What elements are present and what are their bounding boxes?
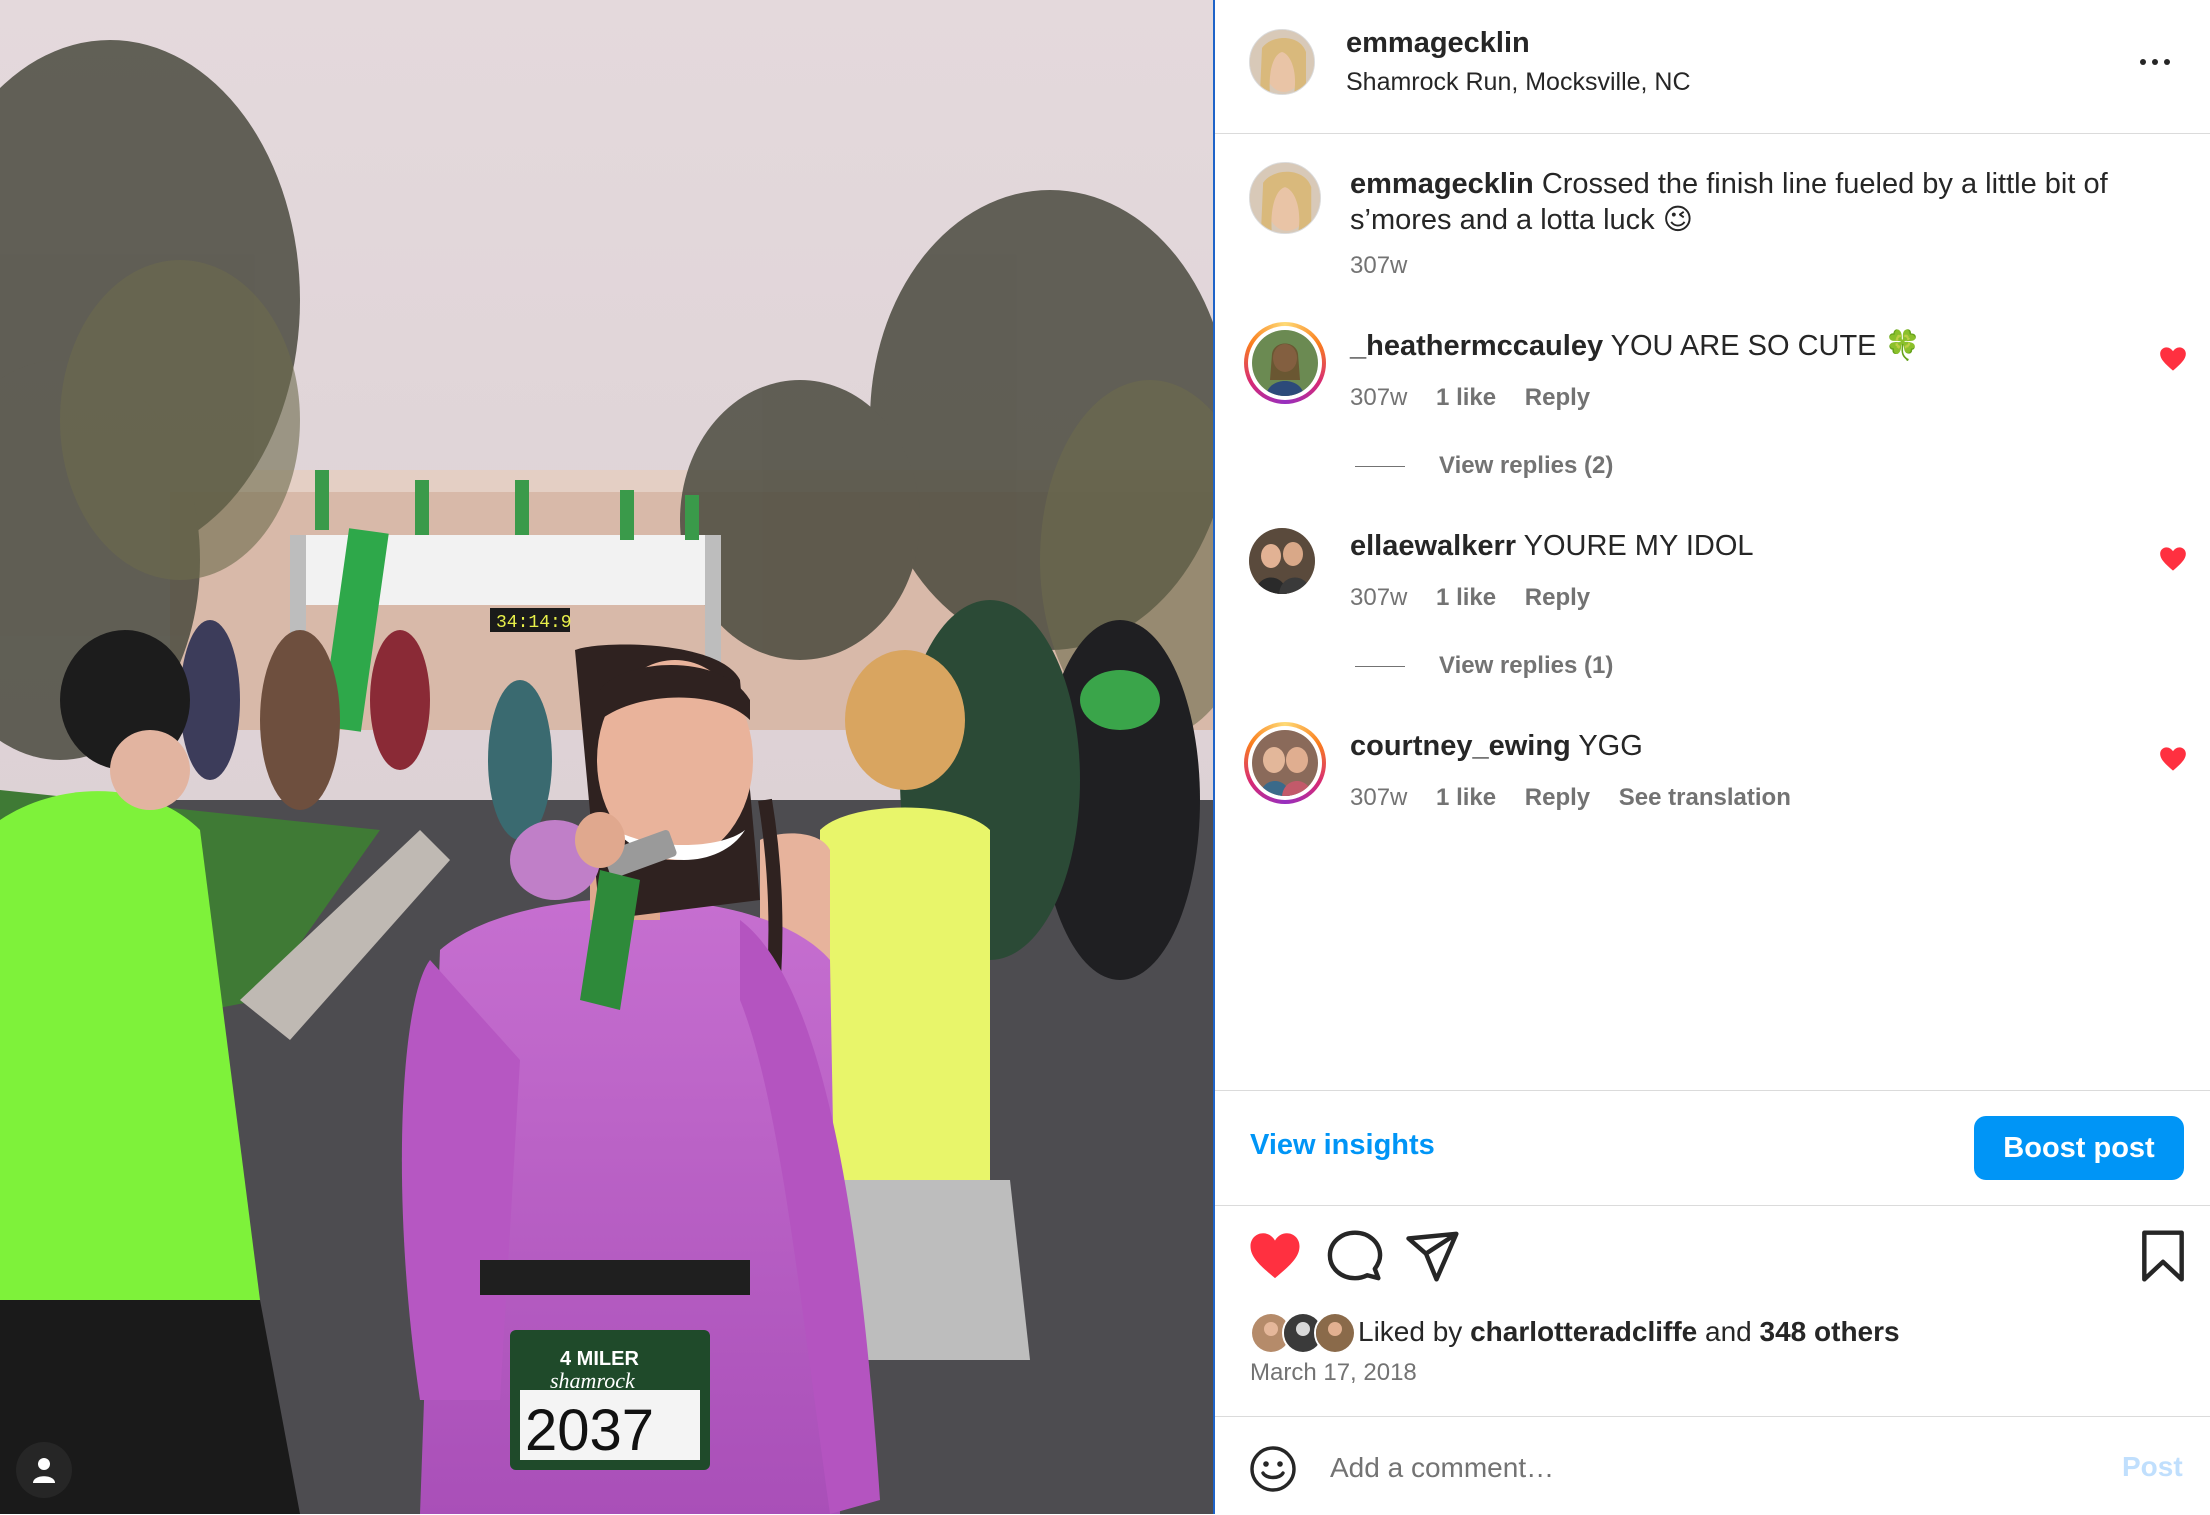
liked-by-others[interactable]: 348 others bbox=[1760, 1316, 1900, 1348]
caption-meta: 307w bbox=[1350, 252, 1429, 280]
comment-time[interactable]: 307w bbox=[1350, 784, 1407, 811]
add-comment-bar: Post bbox=[1215, 1416, 2210, 1515]
comment-like-heart-icon[interactable] bbox=[2159, 546, 2187, 572]
liked-by-prefix: Liked by bbox=[1358, 1316, 1463, 1347]
comment-likes[interactable]: 1 like bbox=[1436, 384, 1496, 411]
comment-meta: 307w 1 like Reply bbox=[1350, 384, 1612, 412]
boost-post-button[interactable]: Boost post bbox=[1974, 1116, 2184, 1180]
finish-clock: 34:14:9 bbox=[496, 613, 572, 633]
comment-like-heart-icon[interactable] bbox=[2159, 746, 2187, 772]
comment-icon[interactable] bbox=[1327, 1228, 1383, 1284]
bookmark-icon[interactable] bbox=[2135, 1228, 2191, 1284]
liked-by-user[interactable]: charlotteradcliffe bbox=[1470, 1316, 1697, 1348]
bib-number: 2037 bbox=[525, 1398, 654, 1463]
user-tag-icon[interactable] bbox=[16, 1442, 72, 1498]
comment-body: YOU ARE SO CUTE 🍀 bbox=[1610, 330, 1921, 362]
post-photo[interactable]: 34:14:9 4 MILER shamrock 2037 bbox=[0, 0, 1213, 1514]
author-avatar[interactable] bbox=[1249, 29, 1315, 95]
emoji-icon[interactable] bbox=[1249, 1445, 1297, 1493]
post-comment-button[interactable]: Post bbox=[2122, 1451, 2183, 1483]
send-icon[interactable] bbox=[1405, 1228, 1461, 1284]
comment-text: ellaewalkerr YOURE MY IDOL bbox=[1350, 528, 2110, 564]
bib-event: 4 MILER bbox=[560, 1348, 639, 1370]
post-location[interactable]: Shamrock Run, Mocksville, NC bbox=[1346, 68, 1691, 97]
comment-time[interactable]: 307w bbox=[1350, 384, 1407, 411]
liked-by-and: and bbox=[1705, 1316, 1752, 1347]
liked-by-summary: Liked by charlotteradcliffe and 348 othe… bbox=[1250, 1312, 1900, 1354]
view-replies-button[interactable]: View replies (1) bbox=[1355, 652, 1613, 680]
replies-line bbox=[1355, 466, 1405, 468]
comment-text: courtney_ewing YGG bbox=[1350, 728, 2110, 764]
comment-body: YOURE MY IDOL bbox=[1523, 530, 1754, 562]
view-insights-link[interactable]: View insights bbox=[1250, 1129, 1435, 1162]
commenter-avatar[interactable] bbox=[1244, 722, 1326, 804]
caption-username[interactable]: emmagecklin bbox=[1350, 168, 1534, 200]
comment-meta: 307w 1 like Reply bbox=[1350, 584, 1612, 612]
post-header: emmagecklin Shamrock Run, Mocksville, NC bbox=[1215, 0, 2210, 134]
add-comment-input[interactable] bbox=[1328, 1443, 2032, 1493]
caption-avatar[interactable] bbox=[1249, 162, 1321, 234]
bib-name: shamrock bbox=[550, 1368, 636, 1393]
comment-likes[interactable]: 1 like bbox=[1436, 784, 1496, 811]
comment-username[interactable]: ellaewalkerr bbox=[1350, 530, 1516, 562]
liker-avatar bbox=[1314, 1312, 1356, 1354]
post-date[interactable]: March 17, 2018 bbox=[1250, 1359, 1417, 1387]
comment-like-heart-icon[interactable] bbox=[2159, 346, 2187, 372]
replies-line bbox=[1355, 666, 1405, 668]
comment-text: _heathermccauley YOU ARE SO CUTE 🍀 bbox=[1350, 328, 2110, 364]
photo-scene: 34:14:9 4 MILER shamrock 2037 bbox=[0, 0, 1213, 1514]
comment-username[interactable]: courtney_ewing bbox=[1350, 730, 1571, 762]
post-details-panel: emmagecklin Shamrock Run, Mocksville, NC… bbox=[1215, 0, 2210, 1514]
insights-bar: View insights Boost post bbox=[1215, 1090, 2210, 1206]
comment-likes[interactable]: 1 like bbox=[1436, 584, 1496, 611]
comment-reply-button[interactable]: Reply bbox=[1525, 784, 1590, 811]
caption-time[interactable]: 307w bbox=[1350, 252, 1407, 279]
more-options-button[interactable] bbox=[2133, 40, 2177, 84]
more-dot bbox=[2164, 59, 2170, 65]
like-heart-icon[interactable] bbox=[1247, 1228, 1303, 1284]
user-icon bbox=[33, 1458, 55, 1483]
comment-reply-button[interactable]: Reply bbox=[1525, 384, 1590, 411]
comment-username[interactable]: _heathermccauley bbox=[1350, 330, 1603, 362]
liked-by-avatars[interactable] bbox=[1250, 1312, 1356, 1354]
commenter-avatar[interactable] bbox=[1249, 528, 1315, 594]
comment-meta: 307w 1 like Reply See translation bbox=[1350, 784, 1813, 812]
comment-time[interactable]: 307w bbox=[1350, 584, 1407, 611]
view-replies-button[interactable]: View replies (2) bbox=[1355, 452, 1613, 480]
author-username[interactable]: emmagecklin bbox=[1346, 27, 1530, 60]
view-replies-label: View replies (1) bbox=[1439, 652, 1614, 679]
see-translation-button[interactable]: See translation bbox=[1619, 784, 1791, 811]
commenter-avatar[interactable] bbox=[1244, 322, 1326, 404]
more-dot bbox=[2152, 59, 2158, 65]
caption-text: emmagecklin Crossed the finish line fuel… bbox=[1350, 166, 2110, 238]
comment-body: YGG bbox=[1578, 730, 1643, 762]
view-replies-label: View replies (2) bbox=[1439, 452, 1614, 479]
comment-reply-button[interactable]: Reply bbox=[1525, 584, 1590, 611]
more-horizontal-icon bbox=[2140, 59, 2146, 65]
